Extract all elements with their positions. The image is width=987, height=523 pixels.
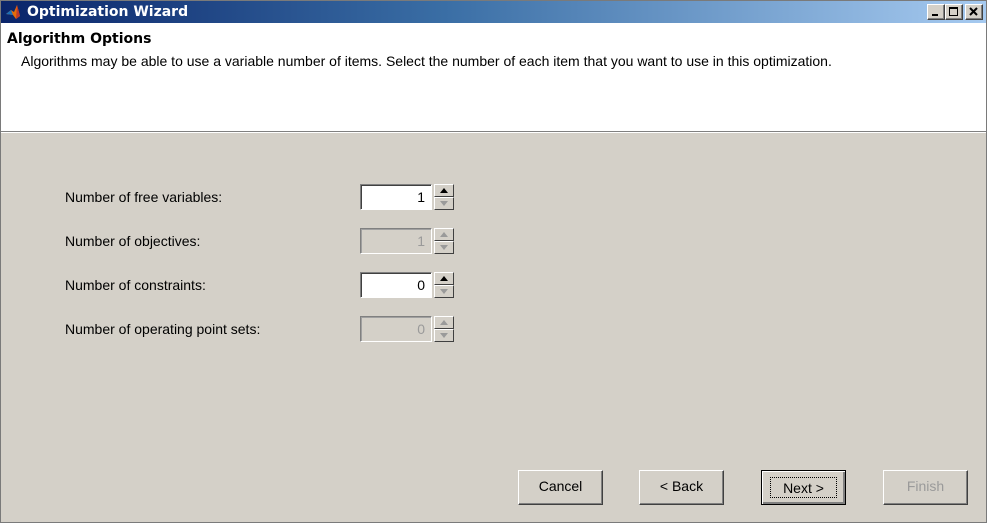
arrow-up-icon <box>440 188 448 193</box>
objectives-label: Number of objectives: <box>65 233 201 249</box>
arrow-down-icon <box>440 201 448 206</box>
next-button-label: Next > <box>770 477 837 498</box>
arrow-down-icon <box>440 289 448 294</box>
free-variables-spinner <box>434 184 454 210</box>
operating-point-sets-label: Number of operating point sets: <box>65 321 261 337</box>
arrow-up-icon <box>440 276 448 281</box>
arrow-up-icon <box>440 320 448 325</box>
arrow-down-icon <box>440 245 448 250</box>
window-title: Optimization Wizard <box>27 4 189 20</box>
matlab-logo-icon <box>6 5 20 19</box>
page-description: Algorithms may be able to use a variable… <box>21 53 832 69</box>
operating-point-sets-field: 0 <box>360 316 432 342</box>
wizard-header: Algorithm Options Algorithms may be able… <box>1 23 986 132</box>
header-divider <box>1 132 986 133</box>
maximize-icon <box>949 7 958 16</box>
close-icon <box>969 7 978 16</box>
next-button[interactable]: Next > <box>761 470 846 505</box>
objectives-field: 1 <box>360 228 432 254</box>
maximize-button[interactable] <box>945 4 963 20</box>
free-variables-label: Number of free variables: <box>65 189 223 205</box>
operating-point-sets-spinner <box>434 316 454 342</box>
title-bar[interactable]: Optimization Wizard <box>1 1 986 23</box>
objectives-decrement-button <box>434 241 454 254</box>
constraints-spinner <box>434 272 454 298</box>
constraints-label: Number of constraints: <box>65 277 206 293</box>
operating-point-sets-increment-button <box>434 316 454 329</box>
page-title: Algorithm Options <box>7 31 152 47</box>
free-variables-increment-button[interactable] <box>434 184 454 197</box>
cancel-button[interactable]: Cancel <box>518 470 603 505</box>
constraints-decrement-button[interactable] <box>434 285 454 298</box>
minimize-icon <box>932 14 938 16</box>
operating-point-sets-decrement-button <box>434 329 454 342</box>
free-variables-decrement-button[interactable] <box>434 197 454 210</box>
constraints-increment-button[interactable] <box>434 272 454 285</box>
arrow-up-icon <box>440 232 448 237</box>
finish-button: Finish <box>883 470 968 505</box>
constraints-field[interactable]: 0 <box>360 272 432 298</box>
arrow-down-icon <box>440 333 448 338</box>
objectives-spinner <box>434 228 454 254</box>
objectives-increment-button <box>434 228 454 241</box>
free-variables-field[interactable]: 1 <box>360 184 432 210</box>
back-button[interactable]: < Back <box>639 470 724 505</box>
optimization-wizard-window: Optimization Wizard Algorithm Options Al… <box>0 0 987 523</box>
minimize-button[interactable] <box>927 4 945 20</box>
close-button[interactable] <box>965 4 983 20</box>
